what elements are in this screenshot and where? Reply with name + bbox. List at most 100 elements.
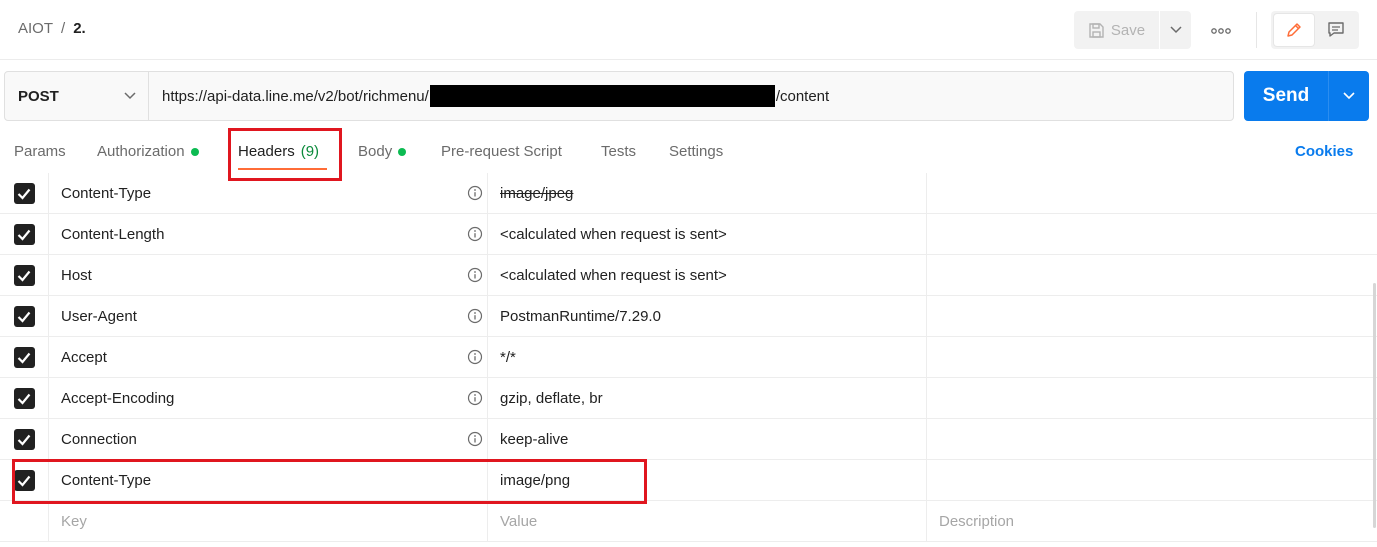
- header-enabled-cell: [0, 255, 49, 296]
- header-key-cell[interactable]: Accept: [49, 337, 488, 378]
- header-value-cell[interactable]: <calculated when request is sent>: [488, 255, 927, 296]
- header-row: Content-Type image/jpeg: [0, 173, 1377, 214]
- url-prefix: https://api-data.line.me/v2/bot/richmenu…: [162, 87, 429, 105]
- method-select[interactable]: POST: [5, 72, 149, 120]
- checkmark-icon: [17, 188, 31, 200]
- method-label: POST: [18, 87, 59, 105]
- header-value-cell[interactable]: image/jpeg: [488, 173, 927, 214]
- header-row: Content-Length <calculated when request i…: [0, 214, 1377, 255]
- new-header-value-input[interactable]: Value: [488, 501, 927, 542]
- header-row: Accept-Encoding gzip, deflate, br: [0, 378, 1377, 419]
- header-key-cell[interactable]: Content-Type: [49, 173, 488, 214]
- tab-body[interactable]: Body: [358, 143, 407, 160]
- checkmark-icon: [17, 393, 31, 405]
- header-enabled-cell: [0, 378, 49, 419]
- info-icon[interactable]: [467, 267, 483, 283]
- header-value-cell[interactable]: */*: [488, 337, 927, 378]
- header-row: Connection keep-alive: [0, 419, 1377, 460]
- header-description-cell[interactable]: [927, 337, 1373, 378]
- send-button-group: Send: [1244, 71, 1369, 121]
- request-url-bar: POST https://api-data.line.me/v2/bot/ric…: [4, 71, 1234, 121]
- info-icon[interactable]: [467, 431, 483, 447]
- header-enabled-checkbox[interactable]: [13, 183, 35, 204]
- vertical-scrollbar[interactable]: [1373, 283, 1376, 528]
- header-enabled-cell: [0, 419, 49, 460]
- header-description-cell[interactable]: [927, 255, 1373, 296]
- header-value-cell[interactable]: gzip, deflate, br: [488, 378, 927, 419]
- tab-params[interactable]: Params: [14, 143, 66, 160]
- header-value: */*: [500, 349, 516, 366]
- header-description-cell[interactable]: [927, 296, 1373, 337]
- comments-button[interactable]: [1317, 14, 1357, 46]
- more-actions-button[interactable]: [1206, 19, 1236, 43]
- header-key-cell[interactable]: User-Agent: [49, 296, 488, 337]
- save-button[interactable]: Save: [1074, 11, 1159, 49]
- header-description-cell[interactable]: [927, 214, 1373, 255]
- header-value: gzip, deflate, br: [500, 390, 603, 407]
- save-label: Save: [1110, 21, 1146, 39]
- checkmark-icon: [17, 229, 31, 241]
- header-enabled-cell: [0, 501, 49, 542]
- save-options-button[interactable]: [1160, 11, 1191, 49]
- info-icon[interactable]: [467, 349, 483, 365]
- header-enabled-checkbox[interactable]: [13, 388, 35, 409]
- tab-label: Body: [358, 143, 393, 160]
- header-value-cell[interactable]: PostmanRuntime/7.29.0: [488, 296, 927, 337]
- tab-label: Authorization: [97, 143, 185, 160]
- send-button[interactable]: Send: [1244, 71, 1328, 121]
- url-input[interactable]: https://api-data.line.me/v2/bot/richmenu…: [149, 72, 1233, 120]
- header-description-cell[interactable]: [927, 378, 1373, 419]
- header-value-cell[interactable]: <calculated when request is sent>: [488, 214, 927, 255]
- header-description-cell[interactable]: [927, 173, 1373, 214]
- header-enabled-checkbox[interactable]: [13, 347, 35, 368]
- header-enabled-cell: [0, 173, 49, 214]
- header-key-cell[interactable]: Content-Length: [49, 214, 488, 255]
- header-row: Host <calculated when request is sent>: [0, 255, 1377, 296]
- breadcrumb-collection[interactable]: AIOT: [18, 20, 53, 37]
- header-key: Content-Type: [61, 185, 152, 202]
- toolbar-divider: [1256, 12, 1257, 48]
- header-value: <calculated when request is sent>: [500, 226, 727, 243]
- info-icon[interactable]: [467, 308, 483, 324]
- new-header-key-input[interactable]: Key: [49, 501, 488, 542]
- tab-tests[interactable]: Tests: [601, 143, 636, 160]
- url-suffix: /content: [775, 87, 830, 105]
- top-bar: AIOT / 2. Save: [0, 0, 1377, 60]
- send-options-button[interactable]: [1329, 71, 1369, 121]
- breadcrumb: AIOT / 2.: [18, 20, 86, 37]
- header-key: User-Agent: [61, 308, 137, 325]
- header-enabled-cell: [0, 337, 49, 378]
- header-enabled-checkbox[interactable]: [13, 429, 35, 450]
- header-key: Content-Length: [61, 226, 165, 243]
- header-key-cell[interactable]: Connection: [49, 419, 488, 460]
- pencil-icon: [1287, 23, 1301, 37]
- header-key-cell[interactable]: Host: [49, 255, 488, 296]
- header-key: Connection: [61, 431, 137, 448]
- header-enabled-checkbox[interactable]: [13, 265, 35, 286]
- info-icon[interactable]: [467, 226, 483, 242]
- tab-pre-request-script[interactable]: Pre-request Script: [441, 143, 562, 160]
- header-description-cell[interactable]: [927, 419, 1373, 460]
- breadcrumb-request-name[interactable]: 2.: [73, 20, 86, 37]
- info-icon[interactable]: [467, 390, 483, 406]
- tab-label: Settings: [669, 143, 724, 160]
- checkmark-icon: [17, 434, 31, 446]
- checkmark-icon: [17, 352, 31, 364]
- header-enabled-cell: [0, 296, 49, 337]
- cookies-link[interactable]: Cookies: [1295, 143, 1353, 160]
- request-tabs: Params Authorization Headers (9) Body Pr…: [0, 132, 1377, 172]
- header-value-cell[interactable]: keep-alive: [488, 419, 927, 460]
- status-dot-icon: [398, 147, 407, 156]
- new-header-row: Key Value Description: [0, 501, 1377, 542]
- header-value: PostmanRuntime/7.29.0: [500, 308, 661, 325]
- tab-authorization[interactable]: Authorization: [97, 143, 199, 160]
- info-icon[interactable]: [467, 185, 483, 201]
- tab-settings[interactable]: Settings: [669, 143, 723, 160]
- header-description-cell[interactable]: [927, 460, 1373, 501]
- header-enabled-checkbox[interactable]: [13, 306, 35, 327]
- comment-icon: [1328, 22, 1344, 37]
- edit-mode-button[interactable]: [1274, 14, 1314, 46]
- header-key-cell[interactable]: Accept-Encoding: [49, 378, 488, 419]
- header-enabled-checkbox[interactable]: [13, 224, 35, 245]
- new-header-description-input[interactable]: Description: [927, 501, 1373, 542]
